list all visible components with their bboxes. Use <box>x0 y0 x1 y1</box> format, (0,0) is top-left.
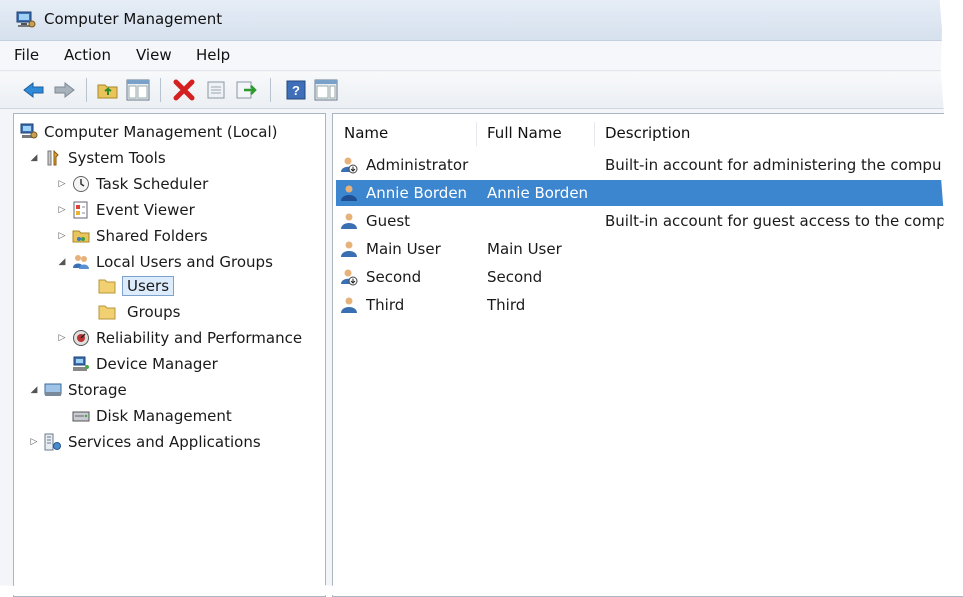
collapsed-arrow-icon[interactable]: ▷ <box>56 231 68 241</box>
expanded-arrow-icon[interactable]: ◢ <box>28 153 40 163</box>
table-row-selected[interactable]: Annie Borden Annie Borden <box>336 180 963 206</box>
cell-full-name: Main User <box>487 240 562 258</box>
event-viewer-icon <box>72 201 90 219</box>
user-icon <box>340 212 358 230</box>
user-disabled-icon <box>340 156 358 174</box>
computer-management-window: Computer Management File Action View Hel… <box>0 0 963 597</box>
tree-node-disk-management[interactable]: Disk Management <box>72 404 232 428</box>
help-icon[interactable]: ? <box>284 78 308 102</box>
device-manager-icon <box>72 355 90 373</box>
properties-icon[interactable] <box>204 78 228 102</box>
tree-node-shared-folders[interactable]: ▷ Shared Folders <box>56 224 208 248</box>
tree-label: Device Manager <box>96 355 218 373</box>
menu-bar: File Action View Help <box>0 41 963 71</box>
collapsed-arrow-icon[interactable]: ▷ <box>56 205 68 215</box>
show-hide-tree-icon[interactable] <box>126 78 150 102</box>
export-list-icon[interactable] <box>234 78 258 102</box>
column-header-name[interactable]: Name <box>344 124 388 142</box>
performance-icon <box>72 329 90 347</box>
show-hide-action-pane-icon[interactable] <box>314 78 338 102</box>
tree-node-groups[interactable]: Groups <box>98 300 180 324</box>
user-icon <box>340 240 358 258</box>
title-bar: Computer Management <box>0 0 963 41</box>
tree-node-computer-management[interactable]: Computer Management (Local) <box>20 120 278 144</box>
tree-node-system-tools[interactable]: ◢ System Tools <box>28 146 166 170</box>
cell-name: Administrator <box>366 156 469 174</box>
tree-label: Reliability and Performance <box>96 329 303 347</box>
user-icon <box>340 296 358 314</box>
cell-name: Annie Borden <box>366 184 468 202</box>
cell-name: Main User <box>366 240 441 258</box>
users-list-view: Name Full Name Description Administrator… <box>332 113 963 597</box>
tree-label: Shared Folders <box>96 227 208 245</box>
folder-icon <box>98 303 116 321</box>
tree-label-selected: Users <box>122 276 175 296</box>
user-icon <box>340 184 358 202</box>
menu-action[interactable]: Action <box>64 46 111 64</box>
storage-icon <box>44 381 62 399</box>
column-header-description[interactable]: Description <box>605 124 690 142</box>
computer-management-icon <box>16 11 36 29</box>
tree-node-services-applications[interactable]: ▷ Services and Applications <box>28 430 261 454</box>
column-header-full-name[interactable]: Full Name <box>487 124 562 142</box>
expanded-arrow-icon[interactable]: ◢ <box>28 385 40 395</box>
tree-label: Local Users and Groups <box>96 253 273 271</box>
tree-label: Storage <box>68 381 127 399</box>
table-row[interactable]: Administrator Built-in account for admin… <box>336 152 963 178</box>
cell-full-name: Second <box>487 268 543 286</box>
cell-name: Third <box>366 296 405 314</box>
shared-folder-icon <box>72 227 90 245</box>
expanded-arrow-icon[interactable]: ◢ <box>56 257 68 267</box>
tree-node-storage[interactable]: ◢ Storage <box>28 378 127 402</box>
cell-name: Guest <box>366 212 411 230</box>
table-row[interactable]: Third Third <box>336 292 963 318</box>
clock-icon <box>72 175 90 193</box>
tree-node-device-manager[interactable]: Device Manager <box>72 352 218 376</box>
window-title: Computer Management <box>44 10 223 28</box>
cell-full-name: Third <box>487 296 526 314</box>
tree-node-local-users-groups[interactable]: ◢ Local Users and Groups <box>56 250 273 274</box>
table-row[interactable]: Second Second <box>336 264 963 290</box>
tree-node-reliability[interactable]: ▷ Reliability and Performance <box>56 326 303 350</box>
collapsed-arrow-icon[interactable]: ▷ <box>56 179 68 189</box>
users-group-icon <box>72 253 90 271</box>
menu-help[interactable]: Help <box>196 46 230 64</box>
tree-label: Groups <box>127 303 181 321</box>
tree-node-users[interactable]: Users <box>98 274 175 298</box>
cell-full-name: Annie Borden <box>487 184 589 202</box>
tree-label: Computer Management (Local) <box>44 123 278 141</box>
svg-text:?: ? <box>292 83 300 98</box>
menu-file[interactable]: File <box>14 46 39 64</box>
console-tree: Computer Management (Local) ◢ System Too… <box>13 113 326 597</box>
delete-icon[interactable] <box>172 78 196 102</box>
cell-description: Built-in account for guest access to the… <box>605 212 946 230</box>
collapsed-arrow-icon[interactable]: ▷ <box>28 437 40 447</box>
up-folder-icon[interactable] <box>96 78 120 102</box>
tree-label: Disk Management <box>96 407 232 425</box>
user-disabled-icon <box>340 268 358 286</box>
disk-icon <box>72 407 90 425</box>
tree-label: Task Scheduler <box>96 175 209 193</box>
table-row[interactable]: Guest Built-in account for guest access … <box>336 208 963 234</box>
tree-node-event-viewer[interactable]: ▷ Event Viewer <box>56 198 195 222</box>
services-icon <box>44 433 62 451</box>
tree-label: Event Viewer <box>96 201 195 219</box>
tools-icon <box>44 149 62 167</box>
computer-management-icon <box>20 123 38 141</box>
cell-description: Built-in account for administering the c… <box>605 156 942 174</box>
folder-icon <box>98 277 116 295</box>
back-icon[interactable] <box>22 78 46 102</box>
cell-name: Second <box>366 268 422 286</box>
tree-label: Services and Applications <box>68 433 261 451</box>
toolbar: ? <box>0 72 963 109</box>
tree-node-task-scheduler[interactable]: ▷ Task Scheduler <box>56 172 209 196</box>
menu-view[interactable]: View <box>136 46 172 64</box>
forward-icon[interactable] <box>52 78 76 102</box>
collapsed-arrow-icon[interactable]: ▷ <box>56 333 68 343</box>
table-row[interactable]: Main User Main User <box>336 236 963 262</box>
tree-label: System Tools <box>68 149 166 167</box>
